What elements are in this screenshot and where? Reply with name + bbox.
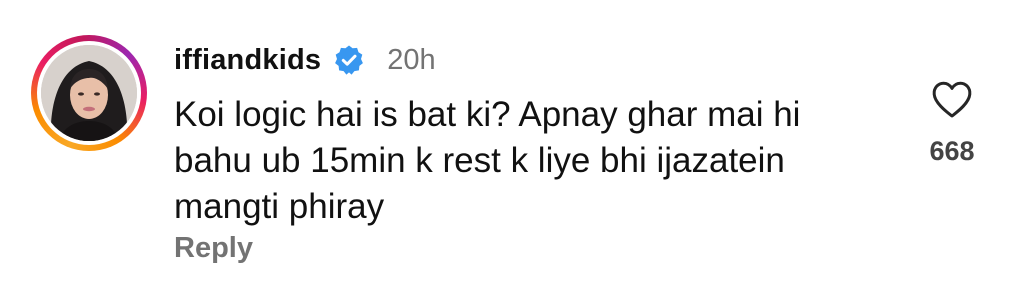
comment-text-line: mangti phiray xyxy=(174,187,385,226)
comment-header: iffiandkids 20h xyxy=(174,40,436,80)
comment-text-line: Koi logic hai is bat ki? Apnay ghar mai … xyxy=(174,95,801,134)
like-area: 668 xyxy=(920,80,984,167)
avatar-story-ring[interactable] xyxy=(31,35,147,151)
heart-outline-icon[interactable] xyxy=(931,80,973,120)
reply-button[interactable]: Reply xyxy=(174,232,253,265)
timestamp: 20h xyxy=(387,43,436,76)
comment: iffiandkids 20h Koi logic hai is bat ki?… xyxy=(0,0,1024,283)
comment-text: Koi logic hai is bat ki? Apnay ghar mai … xyxy=(174,92,894,230)
like-count: 668 xyxy=(929,136,975,166)
avatar[interactable] xyxy=(41,45,137,141)
username[interactable]: iffiandkids xyxy=(174,44,321,77)
avatar-photo xyxy=(41,45,137,141)
verified-badge-icon xyxy=(333,44,365,76)
comment-text-line: bahu ub 15min k rest k liye bhi ijazatei… xyxy=(174,141,785,180)
avatar-ring-gap xyxy=(37,41,141,145)
